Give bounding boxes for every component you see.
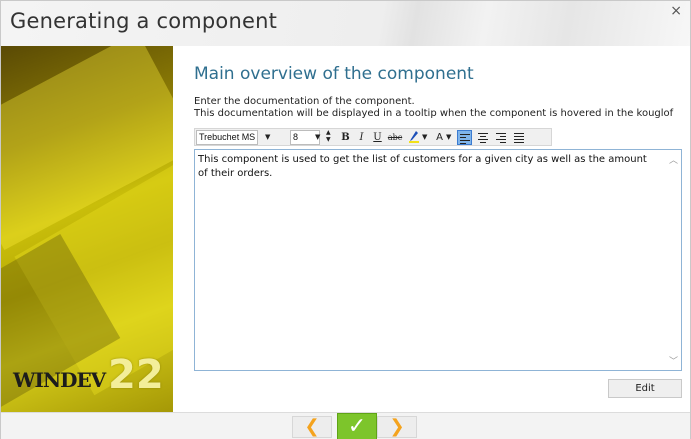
- font-color-icon[interactable]: A: [433, 130, 446, 145]
- align-left-icon[interactable]: [457, 130, 472, 145]
- dropdown-arrow-icon[interactable]: ▼: [265, 133, 270, 141]
- close-icon[interactable]: ×: [670, 3, 682, 19]
- chevron-left-icon[interactable]: ❮: [292, 416, 332, 438]
- bold-icon[interactable]: B: [339, 130, 352, 145]
- spin-up-down-icon[interactable]: ▲ ▼: [326, 129, 331, 143]
- align-right-icon[interactable]: [493, 130, 508, 145]
- justify-icon[interactable]: [511, 130, 526, 145]
- windev-logo: WINDEV: [13, 368, 106, 392]
- highlight-pen-icon[interactable]: [407, 130, 420, 145]
- dropdown-arrow-icon[interactable]: ▼: [422, 133, 427, 141]
- checkmark-icon[interactable]: ✓: [337, 413, 377, 439]
- dropdown-arrow-icon[interactable]: ▼: [446, 133, 451, 141]
- align-center-icon[interactable]: [475, 130, 490, 145]
- wizard-footer: ❮ ✓ ❯: [1, 412, 690, 439]
- scroll-down-icon[interactable]: ﹀: [669, 354, 678, 367]
- description-text: This documentation will be displayed in …: [194, 108, 674, 119]
- description-text: Enter the documentation of the component…: [194, 96, 415, 107]
- title-bar: Generating a component ×: [1, 1, 690, 46]
- version-badge: 22: [108, 352, 164, 398]
- documentation-editor[interactable]: This component is used to get the list o…: [194, 149, 682, 371]
- wizard-window: Generating a component × WINDEV 22 Main …: [0, 0, 691, 439]
- editor-content[interactable]: This component is used to get the list o…: [198, 153, 658, 181]
- underline-icon[interactable]: U: [371, 130, 384, 145]
- formatting-toolbar: Trebuchet MS ▼ 8 ▼ ▲ ▼ B I U abc ▼ A ▼: [194, 128, 552, 146]
- strikethrough-icon[interactable]: abc: [387, 130, 403, 145]
- dropdown-arrow-icon[interactable]: ▼: [315, 133, 320, 141]
- font-name-select[interactable]: Trebuchet MS: [196, 130, 258, 145]
- italic-icon[interactable]: I: [355, 130, 368, 145]
- branding-panel: WINDEV 22: [1, 46, 173, 412]
- window-title: Generating a component: [10, 9, 278, 33]
- edit-button[interactable]: Edit: [608, 379, 682, 398]
- section-title: Main overview of the component: [194, 64, 474, 84]
- scroll-up-icon[interactable]: ︿: [669, 153, 678, 166]
- chevron-right-icon[interactable]: ❯: [377, 416, 417, 438]
